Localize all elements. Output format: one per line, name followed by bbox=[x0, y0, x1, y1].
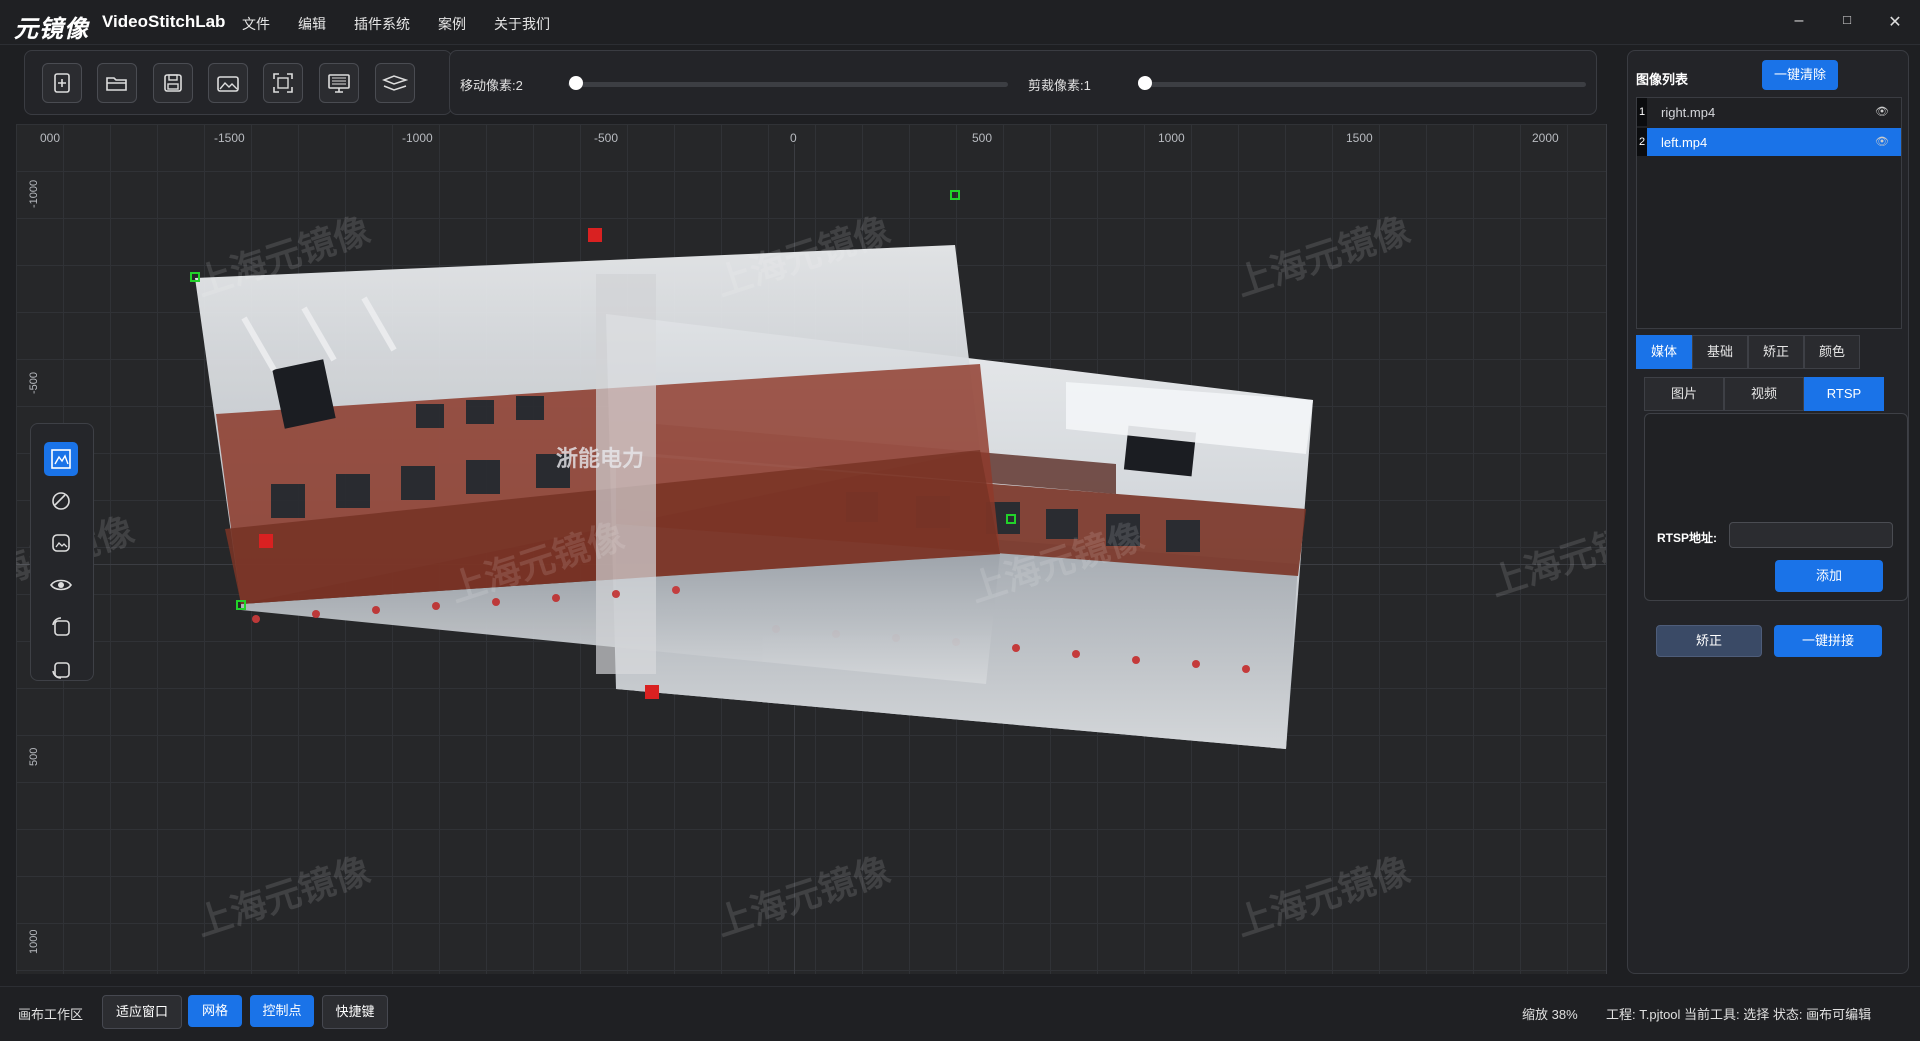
main-tabs: 媒体 基础 矫正 颜色 bbox=[1636, 335, 1860, 369]
app-name: VideoStitchLab bbox=[102, 12, 226, 31]
menu-edit[interactable]: 编辑 bbox=[298, 14, 326, 34]
item-index: 1 bbox=[1637, 98, 1647, 126]
menu-plugins[interactable]: 插件系统 bbox=[354, 14, 410, 34]
fit-window-button[interactable]: 适应窗口 bbox=[102, 995, 182, 1029]
edge-handle[interactable] bbox=[259, 534, 273, 548]
image-list-title: 图像列表 bbox=[1636, 72, 1689, 87]
right-panel: 图像列表 一键清除 1 right.mp4 👁 2 left.mp4 👁 媒体 … bbox=[1627, 50, 1909, 974]
minimize-button[interactable]: – bbox=[1784, 12, 1814, 30]
status-bar: 画布工作区 适应窗口 网格 控制点 快捷键 缩放 38% 工程: T.pjtoo… bbox=[0, 986, 1920, 1041]
tool-palette bbox=[30, 423, 94, 681]
image-edit-button[interactable] bbox=[208, 63, 248, 103]
clear-all-button[interactable]: 一键清除 bbox=[1762, 60, 1838, 90]
tab-video[interactable]: 视频 bbox=[1724, 377, 1804, 411]
monitor-icon bbox=[328, 74, 350, 93]
list-item-selected[interactable]: 2 left.mp4 👁 bbox=[1637, 128, 1901, 156]
move-pixel-label: 移动像素:2 bbox=[460, 78, 523, 93]
workspace-label: 画布工作区 bbox=[18, 1007, 84, 1022]
image-adjust-tool[interactable] bbox=[44, 526, 78, 560]
visibility-icon bbox=[50, 579, 72, 591]
edge-handle[interactable] bbox=[645, 685, 659, 699]
item-index: 2 bbox=[1637, 128, 1647, 156]
visibility-tool[interactable] bbox=[44, 568, 78, 602]
save-button[interactable] bbox=[153, 63, 193, 103]
stitch-button[interactable] bbox=[375, 63, 415, 103]
eye-icon[interactable]: 👁 bbox=[1875, 105, 1889, 118]
image-list: 1 right.mp4 👁 2 left.mp4 👁 bbox=[1636, 97, 1902, 329]
title-bar: 元镜像 VideoStitchLab 文件 编辑 插件系统 案例 关于我们 – … bbox=[0, 0, 1920, 45]
corner-handle[interactable] bbox=[236, 600, 246, 610]
zoom-level: 缩放 38% bbox=[1522, 1007, 1578, 1022]
tab-rtsp[interactable]: RTSP bbox=[1804, 377, 1884, 411]
menu-bar: 文件 编辑 插件系统 案例 关于我们 bbox=[242, 14, 578, 34]
stitch-icon bbox=[382, 75, 408, 91]
crop-pixel-label: 剪裁像素:1 bbox=[1028, 78, 1091, 93]
item-name: left.mp4 bbox=[1661, 135, 1708, 150]
image-edit-icon bbox=[217, 76, 239, 92]
tab-basic[interactable]: 基础 bbox=[1692, 335, 1748, 369]
stitch-canvas[interactable]: 000 -1500 -1000 -500 0 500 1000 1500 200… bbox=[16, 124, 1607, 974]
maximize-button[interactable]: □ bbox=[1832, 12, 1862, 27]
tab-media[interactable]: 媒体 bbox=[1636, 335, 1692, 369]
corner-handle[interactable] bbox=[1006, 514, 1016, 524]
item-name: right.mp4 bbox=[1661, 105, 1716, 120]
move-pixel-thumb[interactable] bbox=[569, 76, 583, 90]
grid-toggle-button[interactable]: 网格 bbox=[188, 995, 242, 1027]
corner-handle[interactable] bbox=[950, 190, 960, 200]
shortcuts-button[interactable]: 快捷键 bbox=[322, 995, 388, 1029]
scene-banner-text: 浙能电力 bbox=[556, 446, 644, 471]
sub-tabs: 图片 视频 RTSP bbox=[1644, 377, 1884, 411]
crop-image-icon bbox=[52, 662, 70, 679]
status-info: 工程: T.pjtool 当前工具: 选择 状态: 画布可编辑 bbox=[1606, 1007, 1872, 1022]
monitor-button[interactable] bbox=[319, 63, 359, 103]
new-file-icon bbox=[54, 73, 70, 93]
move-pixel-track[interactable] bbox=[568, 82, 1008, 87]
correct-button[interactable]: 矫正 bbox=[1656, 625, 1762, 657]
open-folder-icon bbox=[106, 77, 127, 91]
crop-image-tool[interactable] bbox=[44, 652, 78, 686]
new-file-button[interactable] bbox=[42, 63, 82, 103]
blend-icon bbox=[52, 492, 70, 510]
list-item[interactable]: 1 right.mp4 👁 bbox=[1637, 98, 1901, 126]
select-frame-button[interactable] bbox=[263, 63, 303, 103]
image-adjust-icon bbox=[52, 534, 70, 552]
add-button[interactable]: 添加 bbox=[1775, 560, 1883, 592]
file-toolbar bbox=[24, 50, 452, 115]
warp-select-icon bbox=[51, 449, 71, 469]
rotate-image-tool[interactable] bbox=[44, 610, 78, 644]
tab-image[interactable]: 图片 bbox=[1644, 377, 1724, 411]
crop-pixel-thumb[interactable] bbox=[1138, 76, 1152, 90]
rtsp-panel: RTSP地址: 添加 bbox=[1644, 413, 1908, 601]
blend-tool[interactable] bbox=[44, 484, 78, 518]
app-logo: 元镜像 bbox=[14, 16, 89, 43]
tab-color[interactable]: 颜色 bbox=[1804, 335, 1860, 369]
rtsp-address-label: RTSP地址: bbox=[1657, 531, 1718, 545]
control-points-toggle-button[interactable]: 控制点 bbox=[250, 995, 314, 1027]
crop-pixel-track[interactable] bbox=[1138, 82, 1586, 87]
warp-select-tool[interactable] bbox=[44, 442, 78, 476]
menu-examples[interactable]: 案例 bbox=[438, 14, 466, 34]
rtsp-address-input[interactable] bbox=[1729, 522, 1893, 548]
open-folder-button[interactable] bbox=[97, 63, 137, 103]
pixel-slider-bar: 移动像素:2 剪裁像素:1 bbox=[449, 50, 1597, 115]
menu-about[interactable]: 关于我们 bbox=[494, 14, 550, 34]
save-icon bbox=[164, 74, 182, 92]
eye-icon[interactable]: 👁 bbox=[1875, 135, 1889, 148]
close-button[interactable]: ✕ bbox=[1880, 12, 1910, 32]
stitch-all-button[interactable]: 一键拼接 bbox=[1774, 625, 1882, 657]
select-frame-icon bbox=[273, 73, 293, 93]
rotate-image-icon bbox=[52, 617, 70, 636]
edge-handle[interactable] bbox=[588, 228, 602, 242]
menu-file[interactable]: 文件 bbox=[242, 14, 270, 34]
tab-correction[interactable]: 矫正 bbox=[1748, 335, 1804, 369]
